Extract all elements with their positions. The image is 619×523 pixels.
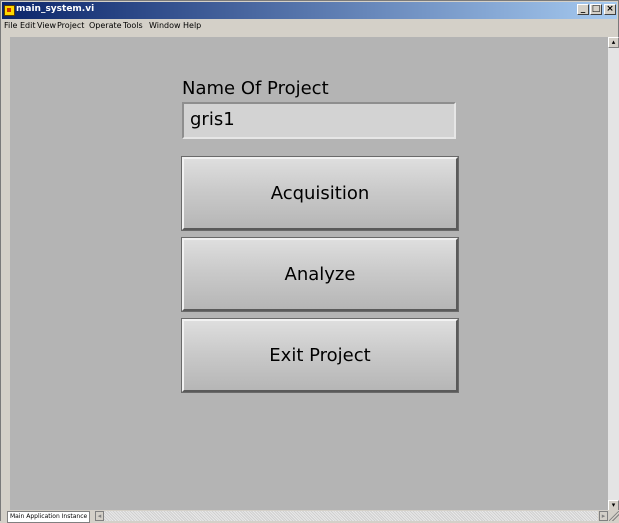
scroll-right-icon[interactable]: ▸ xyxy=(599,511,608,521)
labview-window: main_system.vi _ □ × File Edit View Proj… xyxy=(0,0,619,523)
resize-grip-icon[interactable] xyxy=(609,511,619,521)
menu-edit[interactable]: Edit xyxy=(20,21,36,30)
minimize-button[interactable]: _ xyxy=(577,4,589,15)
project-name-field[interactable]: gris1 xyxy=(182,102,456,139)
menu-help[interactable]: Help xyxy=(183,21,201,30)
exit-project-button[interactable]: Exit Project xyxy=(181,318,459,393)
maximize-button[interactable]: □ xyxy=(590,4,602,15)
menu-operate[interactable]: Operate xyxy=(89,21,122,30)
close-button[interactable]: × xyxy=(604,4,616,15)
menu-project[interactable]: Project xyxy=(57,21,84,30)
window-title: main_system.vi xyxy=(16,4,95,14)
application-instance-label[interactable]: Main Application Instance xyxy=(7,511,91,523)
vertical-scrollbar[interactable]: ▴ ▾ xyxy=(608,37,619,511)
menu-bar: File Edit View Project Operate Tools Win… xyxy=(2,19,617,33)
labview-vi-icon xyxy=(4,5,15,16)
horizontal-scroll-track[interactable] xyxy=(104,511,598,521)
analyze-button[interactable]: Analyze xyxy=(181,237,459,312)
acquisition-button[interactable]: Acquisition xyxy=(181,156,459,231)
menu-window[interactable]: Window xyxy=(149,21,181,30)
project-name-label: Name Of Project xyxy=(182,78,329,99)
scroll-left-icon[interactable]: ◂ xyxy=(95,511,104,521)
scroll-up-icon[interactable]: ▴ xyxy=(608,37,619,48)
menu-file[interactable]: File xyxy=(4,21,17,30)
menu-tools[interactable]: Tools xyxy=(123,21,143,30)
title-bar[interactable]: main_system.vi _ □ × xyxy=(2,2,617,19)
menu-view[interactable]: View xyxy=(37,21,56,30)
status-bar: Main Application Instance ◂ ▸ xyxy=(1,510,619,523)
